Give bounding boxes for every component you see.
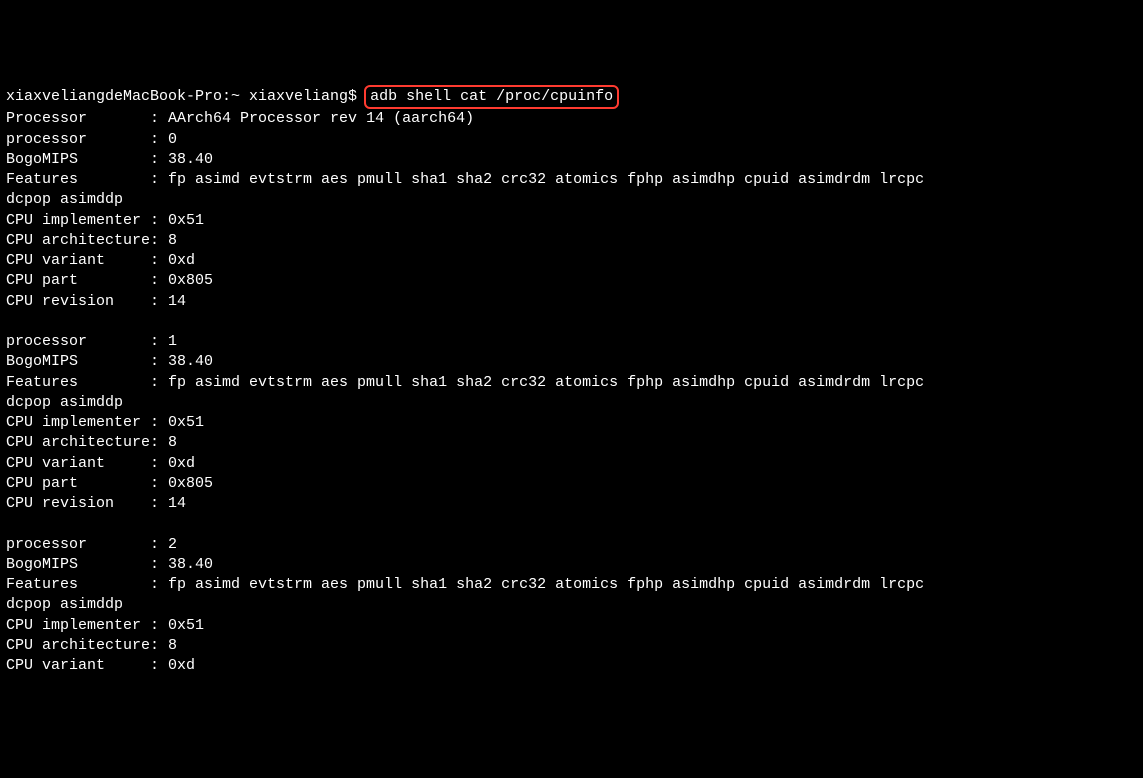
output-line: CPU revision : 14 — [6, 494, 1137, 514]
output-line: BogoMIPS : 38.40 — [6, 555, 1137, 575]
output-line: CPU variant : 0xd — [6, 454, 1137, 474]
output-line: dcpop asimddp — [6, 393, 1137, 413]
blank-line — [6, 312, 1137, 332]
output-line: CPU revision : 14 — [6, 292, 1137, 312]
output-line: CPU architecture: 8 — [6, 231, 1137, 251]
blank-line — [6, 514, 1137, 534]
output-line: Features : fp asimd evtstrm aes pmull sh… — [6, 575, 1137, 595]
terminal-output[interactable]: xiaxveliangdeMacBook-Pro:~ xiaxveliang$ … — [6, 85, 1137, 676]
output-line: CPU implementer : 0x51 — [6, 413, 1137, 433]
output-line: processor : 0 — [6, 130, 1137, 150]
output-line: Processor : AArch64 Processor rev 14 (aa… — [6, 109, 1137, 129]
output-line: BogoMIPS : 38.40 — [6, 352, 1137, 372]
output-line: CPU variant : 0xd — [6, 251, 1137, 271]
output-line: CPU variant : 0xd — [6, 656, 1137, 676]
output-line: Features : fp asimd evtstrm aes pmull sh… — [6, 170, 1137, 190]
output-line: CPU implementer : 0x51 — [6, 211, 1137, 231]
output-line: CPU part : 0x805 — [6, 271, 1137, 291]
output-line: Features : fp asimd evtstrm aes pmull sh… — [6, 373, 1137, 393]
command-highlight: adb shell cat /proc/cpuinfo — [364, 85, 619, 109]
output-line: processor : 1 — [6, 332, 1137, 352]
output-line: CPU architecture: 8 — [6, 433, 1137, 453]
output-line: CPU implementer : 0x51 — [6, 616, 1137, 636]
output-line: CPU part : 0x805 — [6, 474, 1137, 494]
shell-prompt: xiaxveliangdeMacBook-Pro:~ xiaxveliang$ — [6, 88, 366, 105]
output-line: BogoMIPS : 38.40 — [6, 150, 1137, 170]
output-line: dcpop asimddp — [6, 190, 1137, 210]
output-line: dcpop asimddp — [6, 595, 1137, 615]
output-line: processor : 2 — [6, 535, 1137, 555]
